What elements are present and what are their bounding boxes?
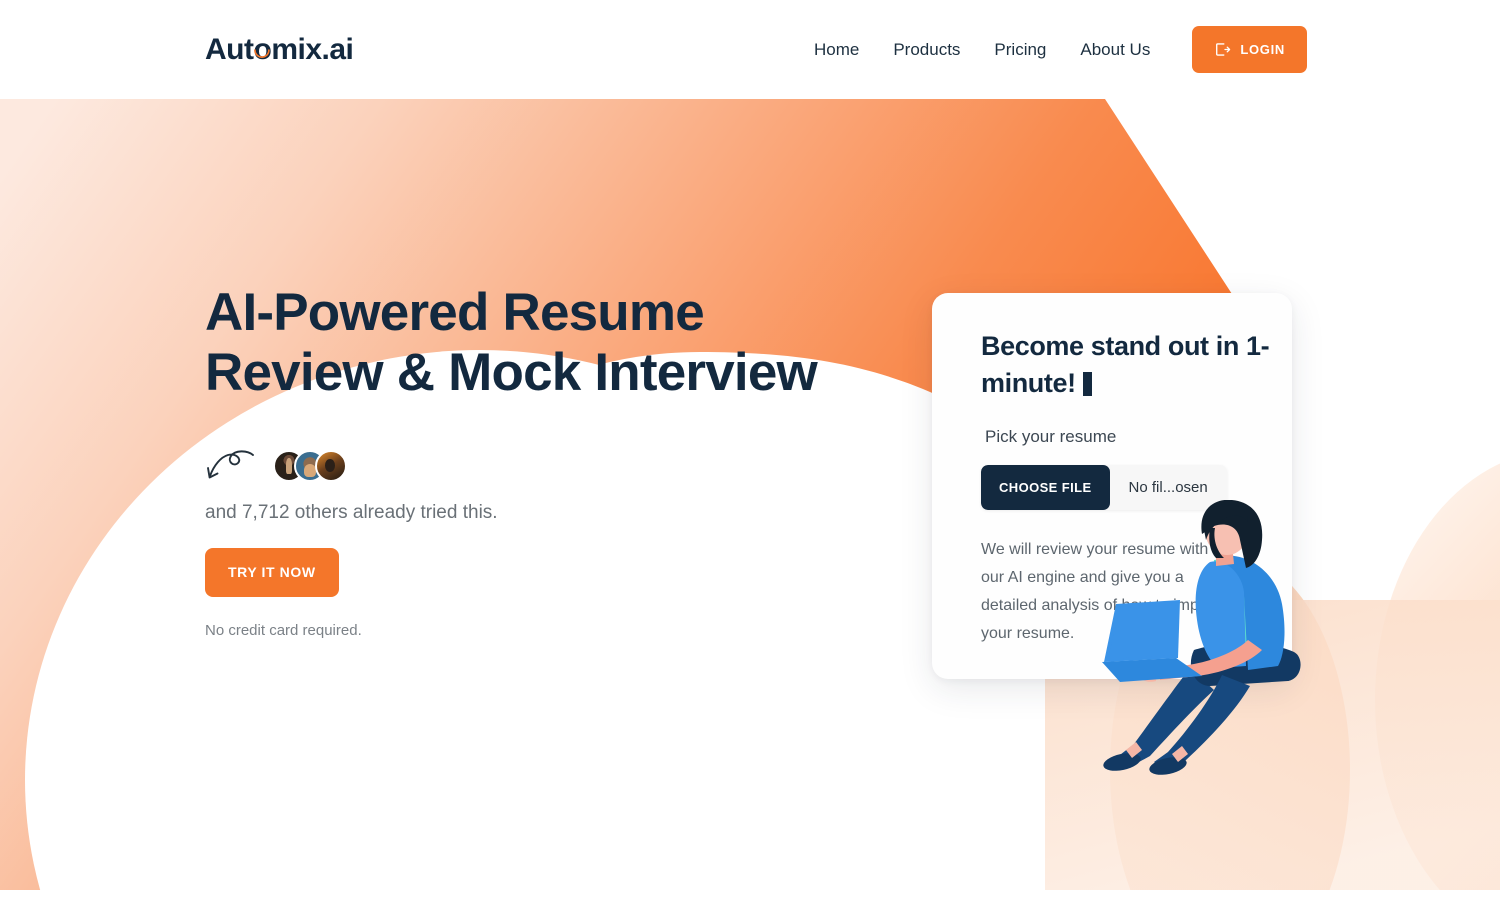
hero-title: AI-Powered Resume Review & Mock Intervie…: [205, 283, 818, 402]
nav-link-products[interactable]: Products: [876, 0, 977, 99]
avatar-group: [273, 450, 347, 482]
login-arrow-icon: [1216, 43, 1231, 56]
social-proof-text: and 7,712 others already tried this.: [205, 502, 498, 523]
login-button[interactable]: LOGIN: [1192, 26, 1307, 73]
page-root: Auto mix.ai Home Products Pricing About U…: [0, 0, 1500, 900]
social-proof-row: [205, 448, 825, 484]
logo-text-o: o: [253, 33, 272, 66]
login-button-label: LOGIN: [1240, 42, 1285, 57]
brand-logo[interactable]: Auto mix.ai: [205, 30, 354, 70]
logo-text-part-1: Aut: [205, 33, 254, 66]
no-credit-card-note: No credit card required.: [205, 622, 362, 639]
text-cursor-icon: [1082, 372, 1092, 396]
logo-text-part-2: mix.ai: [271, 33, 354, 66]
try-it-now-button[interactable]: TRY IT NOW: [205, 548, 339, 597]
choose-file-button[interactable]: CHOOSE FILE: [981, 465, 1110, 510]
nav-link-home[interactable]: Home: [797, 0, 876, 99]
card-title-text: Become stand out in 1-minute!: [981, 331, 1270, 398]
logo-o-accent: o: [253, 30, 271, 70]
nav-link-pricing[interactable]: Pricing: [977, 0, 1063, 99]
card-title: Become stand out in 1-minute!: [981, 328, 1292, 402]
pick-resume-label: Pick your resume: [985, 427, 1117, 446]
nav-link-about-us[interactable]: About Us: [1063, 0, 1167, 99]
main-navigation: Home Products Pricing About Us LOGIN: [797, 0, 1307, 99]
avatar: [315, 450, 347, 482]
hero-content: AI-Powered Resume Review & Mock Intervie…: [205, 283, 825, 641]
curved-arrow-icon: [207, 450, 254, 479]
woman-with-laptop-illustration: [1098, 500, 1313, 775]
illustration-svg: [1102, 500, 1301, 775]
site-header: Auto mix.ai Home Products Pricing About U…: [0, 0, 1500, 99]
